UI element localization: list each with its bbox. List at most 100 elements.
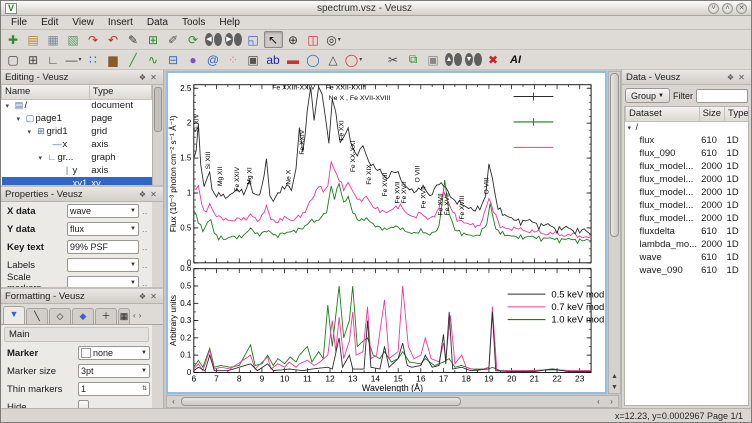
more-button[interactable]: ‥ <box>142 225 150 234</box>
more-button[interactable]: ‥ <box>142 279 150 288</box>
previous-page-icon[interactable]: ◀ <box>204 31 223 48</box>
menu-item[interactable]: Insert <box>102 16 139 29</box>
print-document-icon[interactable]: ▧ <box>64 31 83 48</box>
tab-scroll-left-icon[interactable]: ‹ <box>133 308 136 324</box>
dataset-col-name[interactable]: Dataset <box>626 107 700 121</box>
add-function-icon[interactable]: ∿ <box>144 51 163 68</box>
float-panel-icon[interactable]: ❖ <box>137 291 148 302</box>
add-vectorfield-icon[interactable]: ⁘ <box>224 51 243 68</box>
tab-more[interactable]: ▦ <box>118 308 130 324</box>
create-dataset-icon[interactable]: ⊞ <box>144 31 163 48</box>
canvas-vertical-scrollbar[interactable]: ▲ ▼ <box>608 71 621 394</box>
tree-row[interactable]: ▾⊞grid1 grid <box>2 125 152 138</box>
add-boxplot-icon[interactable]: ⊟ <box>164 51 183 68</box>
dataset-row[interactable]: flux 610 1D <box>626 134 750 147</box>
marker-select[interactable]: none▼ <box>78 346 150 360</box>
paste-icon[interactable]: ▣ <box>424 51 443 68</box>
dataset-root-row[interactable]: ▾/ <box>626 121 750 134</box>
menu-item[interactable]: Edit <box>35 16 64 29</box>
plot-canvas[interactable]: 00.511.522.5Si XIVSi XIIIMg XIIFe XXIVMg… <box>166 71 607 394</box>
scroll-left-icon[interactable]: ‹ <box>167 396 180 407</box>
add-grid-icon[interactable]: ⊞ <box>24 51 43 68</box>
filter-input[interactable] <box>696 89 748 103</box>
menu-item[interactable]: File <box>5 16 33 29</box>
tab-plot-line[interactable]: ╲ <box>26 308 48 324</box>
export-page-icon[interactable]: ↷ <box>84 31 103 48</box>
dataset-row[interactable]: flux_090 610 1D <box>626 147 750 160</box>
save-document-icon[interactable]: ▦ <box>44 31 63 48</box>
group-button[interactable]: Group▼ <box>625 88 670 103</box>
tab-scroll-right-icon[interactable]: › <box>139 308 142 324</box>
close-panel-icon[interactable]: ✕ <box>148 72 159 83</box>
close-panel-icon[interactable]: ✕ <box>148 189 159 200</box>
add-shape-icon[interactable]: ◯▾ <box>344 51 363 68</box>
dataset-row[interactable]: flux_model... 2000 1D <box>626 212 750 225</box>
move-up-icon[interactable]: ▲ <box>444 51 463 68</box>
scroll-up-icon[interactable]: ▲ <box>609 371 620 382</box>
cut-icon[interactable]: ✂ <box>384 51 403 68</box>
keytext-input[interactable]: 99% PSF <box>67 240 139 254</box>
tree-row[interactable]: ▾▤/ document <box>2 99 152 112</box>
menu-item[interactable]: Data <box>141 16 174 29</box>
zoom-graph-axes-icon[interactable]: ◫ <box>304 31 323 48</box>
formatting-scrollbar[interactable] <box>152 325 163 408</box>
more-button[interactable]: ‥ <box>142 243 150 252</box>
menu-item[interactable]: Help <box>213 16 246 29</box>
capture-data-icon[interactable]: ✐ <box>164 31 183 48</box>
next-page-icon[interactable]: ▶ <box>224 31 243 48</box>
new-document-icon[interactable]: ✚ <box>4 31 23 48</box>
float-panel-icon[interactable]: ❖ <box>725 72 736 83</box>
tree-row[interactable]: ∷xy1 xy <box>2 177 152 185</box>
add-key-icon[interactable]: ▣ <box>244 51 263 68</box>
add-image-icon[interactable]: ● <box>184 51 203 68</box>
dataset-row[interactable]: flux_model... 2000 1D <box>626 173 750 186</box>
rename-icon[interactable]: AI <box>504 51 528 68</box>
tree-col-name[interactable]: Name <box>2 85 90 99</box>
tree-row[interactable]: |y axis <box>2 164 152 177</box>
properties-scrollbar[interactable] <box>152 202 163 287</box>
select-items-icon[interactable]: ↖ <box>264 31 283 48</box>
float-panel-icon[interactable]: ❖ <box>137 72 148 83</box>
dataset-row[interactable]: flux_model... 2000 1D <box>626 199 750 212</box>
tree-row[interactable]: ▾▢page1 page <box>2 112 152 125</box>
tab-error-bar[interactable]: ＋ <box>95 308 117 324</box>
scroll-left2-icon[interactable]: ‹ <box>592 396 605 407</box>
minimize-button[interactable]: ˅ <box>708 3 719 14</box>
menu-item[interactable]: Tools <box>176 16 211 29</box>
close-panel-icon[interactable]: ✕ <box>736 72 747 83</box>
thin-markers-spinner[interactable]: 1⇅ <box>78 382 150 396</box>
dataset-row[interactable]: flux_model... 2000 1D <box>626 160 750 173</box>
close-panel-icon[interactable]: ✕ <box>148 291 159 302</box>
add-fit-icon[interactable]: ╱ <box>124 51 143 68</box>
reload-datasets-icon[interactable]: ⟳ <box>184 31 203 48</box>
ydata-select[interactable]: flux▼ <box>67 222 139 236</box>
scale-markers-select[interactable]: ▼ <box>67 276 139 287</box>
dataset-col-type[interactable]: Type <box>725 107 749 121</box>
tab-marker-fill[interactable]: ◆ <box>72 308 94 324</box>
canvas-horizontal-scrollbar[interactable]: ‹ ‹ › <box>166 395 619 408</box>
tab-marker-border[interactable]: ◇ <box>49 308 71 324</box>
delete-icon[interactable]: ✖ <box>484 51 503 68</box>
dataset-row[interactable]: flux_model... 2000 1D <box>626 186 750 199</box>
hide-checkbox[interactable] <box>78 400 89 408</box>
add-bar-icon[interactable]: ▆ <box>104 51 123 68</box>
add-xy-icon[interactable]: ∷ <box>84 51 103 68</box>
maximize-button[interactable]: ˄ <box>722 3 733 14</box>
xdata-select[interactable]: wave▼ <box>67 204 139 218</box>
scroll-down-icon[interactable]: ▼ <box>609 382 620 393</box>
add-contour-icon[interactable]: @ <box>204 51 223 68</box>
close-button[interactable]: ✕ <box>736 3 747 14</box>
dataset-row[interactable]: wave_090 610 1D <box>626 264 750 277</box>
copy-icon[interactable]: ⧉ <box>404 51 423 68</box>
zoom-menu-icon[interactable]: ◎▾ <box>324 31 343 48</box>
add-axis-icon[interactable]: ∟ <box>44 51 63 68</box>
dataset-col-size[interactable]: Size <box>699 107 724 121</box>
add-label-icon[interactable]: ab <box>264 51 283 68</box>
tab-main-formatting[interactable]: ▼ <box>3 306 25 324</box>
dataset-row[interactable]: wave 610 1D <box>626 251 750 264</box>
import-data-icon[interactable]: ↶ <box>104 31 123 48</box>
labels-select[interactable]: ▼ <box>67 258 139 272</box>
add-polar-icon[interactable]: ◯ <box>304 51 323 68</box>
open-document-icon[interactable]: ▤ <box>24 31 43 48</box>
edit-datasets-icon[interactable]: ✎ <box>124 31 143 48</box>
